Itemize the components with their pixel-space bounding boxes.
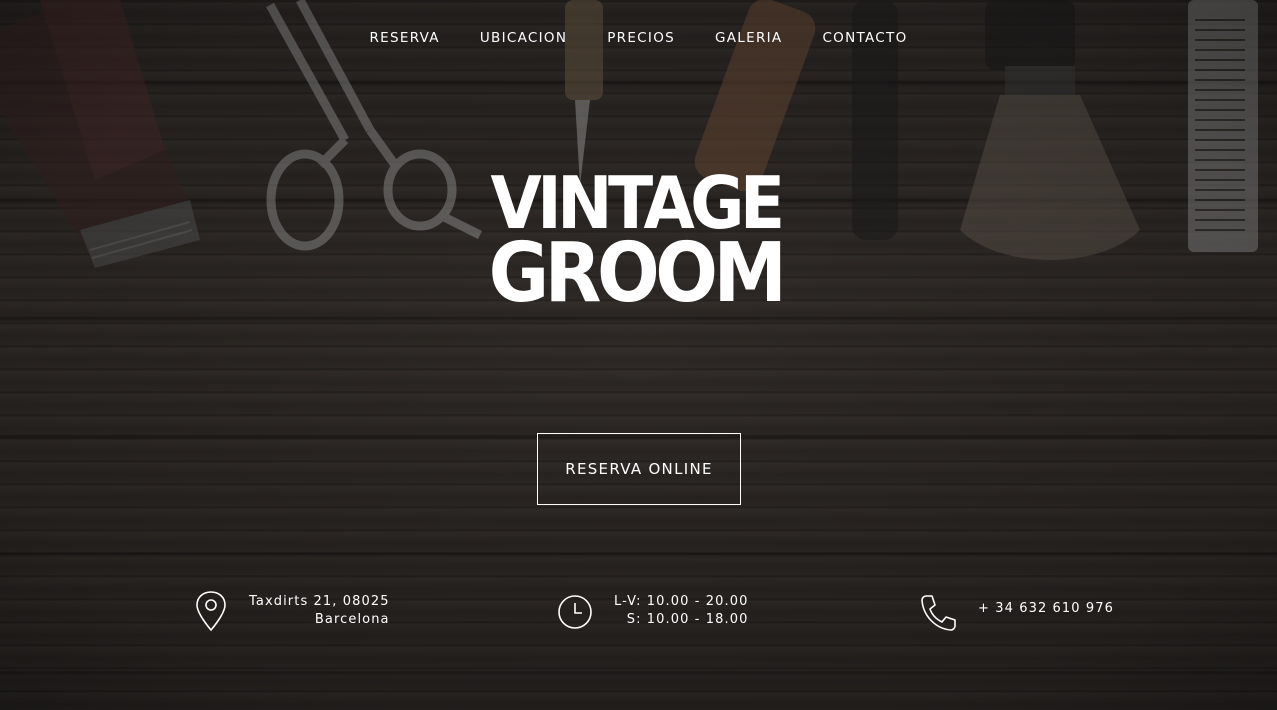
address-line-1: Taxdirts 21, 08025: [249, 594, 390, 609]
address-info: Taxdirts 21, 08025 Barcelona: [193, 590, 390, 632]
logo-line-groom: GROOM: [488, 226, 787, 321]
nav-item-reserva[interactable]: RESERVA: [369, 28, 439, 48]
nav-item-galeria[interactable]: GALERIA: [715, 28, 782, 48]
hours-weekdays: L-V: 10.00 - 20.00: [614, 594, 749, 609]
map-pin-icon: [193, 590, 229, 632]
phone-icon[interactable]: [918, 590, 956, 632]
brand-logo: VINTAGE GROOM: [0, 167, 1277, 321]
main-nav: RESERVA UBICACION PRECIOS GALERIA CONTAC…: [0, 28, 1277, 48]
address-line-2: Barcelona: [314, 612, 390, 627]
address-text: Taxdirts 21, 08025 Barcelona: [249, 593, 390, 629]
opening-hours-info: L-V: 10.00 - 20.00 S: 10.00 - 18.00: [556, 590, 748, 632]
nav-item-precios[interactable]: PRECIOS: [607, 28, 675, 48]
nav-item-contacto[interactable]: CONTACTO: [822, 28, 907, 48]
hours-saturday: S: 10.00 - 18.00: [626, 612, 749, 627]
clock-icon: [556, 590, 592, 632]
nav-item-ubicacion[interactable]: UBICACION: [480, 28, 567, 48]
phone-number[interactable]: + 34 632 610 976: [978, 600, 1114, 618]
reserva-online-button[interactable]: RESERVA ONLINE: [537, 433, 741, 505]
hours-text: L-V: 10.00 - 20.00 S: 10.00 - 18.00: [614, 593, 748, 629]
phone-info: + 34 632 610 976: [918, 590, 1114, 632]
